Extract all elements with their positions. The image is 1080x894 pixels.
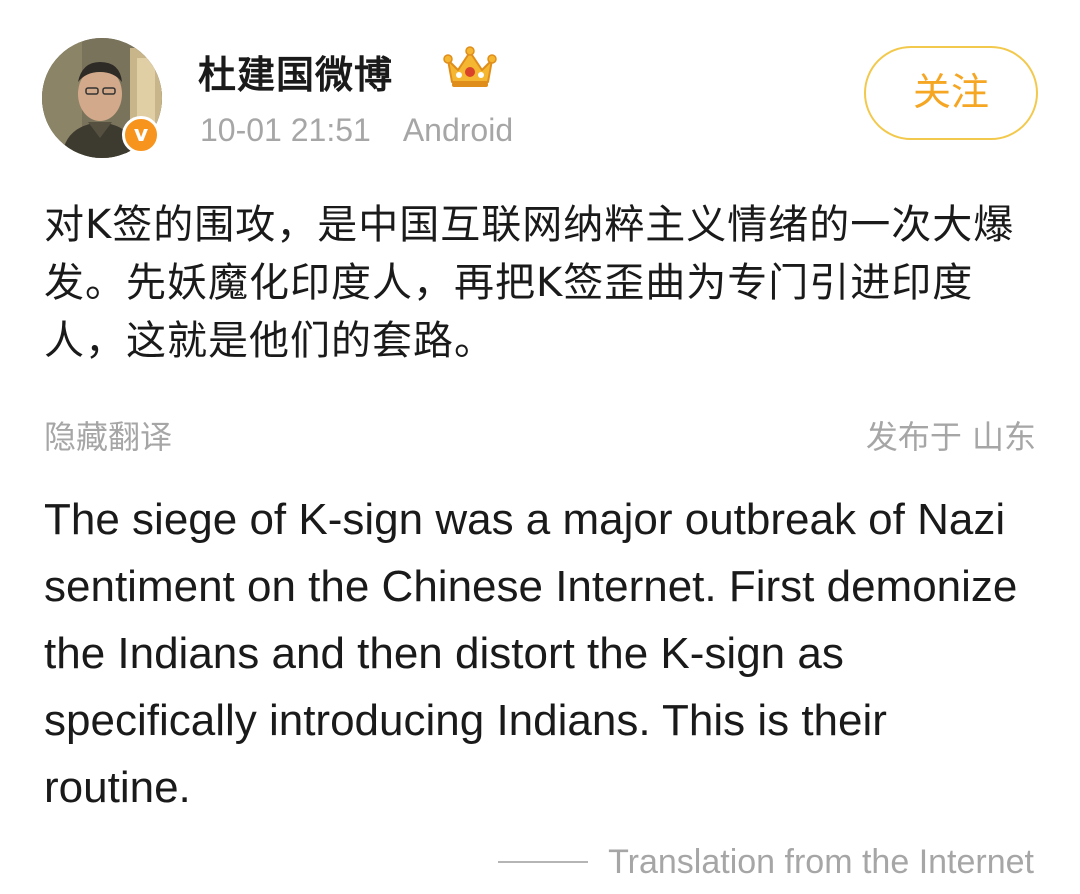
weibo-post: v 杜建国微博 10-01 21:51 Android 关注 对K签的围攻，是中国… [0,0,1080,894]
verified-badge-icon: v [122,116,160,154]
post-location: 发布于 山东 [865,418,1036,456]
hide-translation-link[interactable]: 隐藏翻译 [44,412,172,458]
credit-divider [498,861,589,863]
follow-button[interactable]: 关注 [864,46,1038,140]
post-source: Android [402,112,514,148]
translation-credit-text: Translation from the Internet [608,842,1034,881]
translation-credit: Translation from the Internet [498,840,1034,884]
crown-icon [443,46,497,87]
post-content-translation: The siege of K-sign was a major outbreak… [44,495,1018,812]
post-content-chinese: 对K签的围攻，是中国互联网纳粹主义情绪的一次大爆发。先妖魔化印度人，再把K签歪曲… [44,202,1015,364]
user-name[interactable]: 杜建国微博 [198,44,393,99]
avatar[interactable]: v [42,38,162,158]
post-header: v 杜建国微博 10-01 21:51 Android 关注 [0,0,1080,180]
post-meta: 10-01 21:51 Android [200,112,513,149]
post-timestamp: 10-01 21:51 [200,112,371,148]
